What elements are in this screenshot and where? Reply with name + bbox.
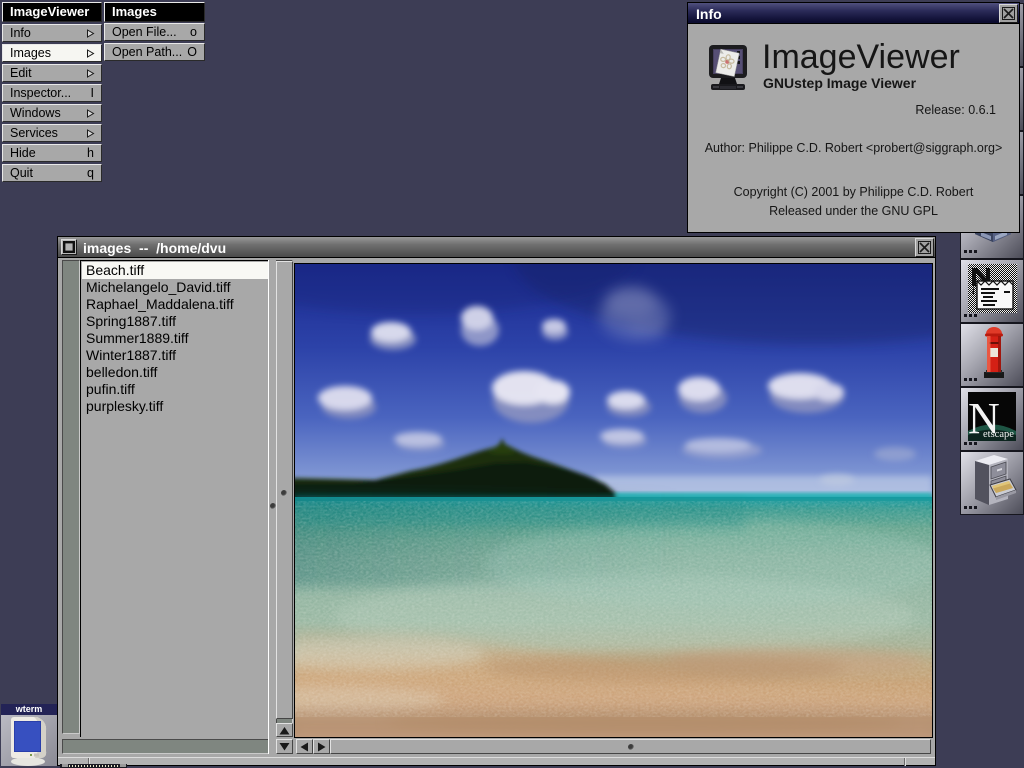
svg-text:etscape: etscape: [983, 429, 1014, 440]
